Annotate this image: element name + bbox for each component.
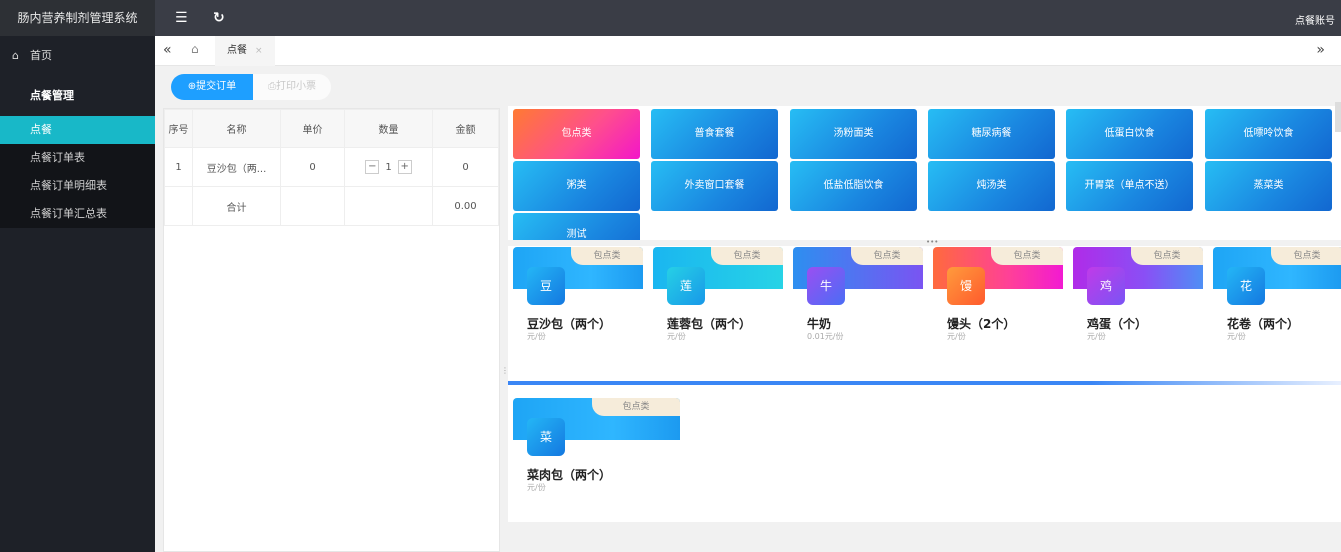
- cell-name: 豆沙包（两...: [192, 147, 281, 187]
- sidebar-submenu: 点餐 点餐订单表 点餐订单明细表 点餐订单汇总表: [0, 116, 155, 228]
- product-icon: 菜: [527, 418, 565, 456]
- category-button[interactable]: 汤粉面类: [790, 109, 917, 159]
- product-category-tag: 包点类: [991, 247, 1063, 265]
- category-button[interactable]: 低盐低脂饮食: [790, 161, 917, 211]
- main-content: ⊕提交订单 ⎙打印小票 序号 名称 单价 数量 金额 1 豆沙包（两... 0: [155, 66, 1341, 552]
- product-icon: 花: [1227, 267, 1265, 305]
- category-button[interactable]: 测试: [513, 213, 640, 240]
- product-price: 元/份: [667, 332, 686, 341]
- tab-scroll-left-icon[interactable]: «: [163, 42, 172, 58]
- tab-order[interactable]: 点餐 ×: [215, 36, 275, 66]
- product-name: 豆沙包（两个）: [527, 317, 612, 331]
- product-card[interactable]: 包点类菜菜肉包（两个） 元/份: [513, 398, 680, 498]
- menu-collapse-icon[interactable]: ☰: [175, 10, 188, 26]
- product-category-tag: 包点类: [711, 247, 783, 265]
- quantity-minus-button[interactable]: −: [365, 160, 380, 174]
- product-card[interactable]: 包点类豆豆沙包（两个） 元/份: [513, 247, 643, 347]
- product-name: 花卷（两个）: [1227, 317, 1300, 331]
- product-price: 元/份: [527, 332, 546, 341]
- product-price: 元/份: [1087, 332, 1106, 341]
- category-button[interactable]: 包点类: [513, 109, 640, 159]
- product-price: 元/份: [1227, 332, 1246, 341]
- total-label: 合计: [192, 186, 281, 226]
- product-icon: 牛: [807, 267, 845, 305]
- category-button[interactable]: 开胃菜（单点不送）: [1066, 161, 1193, 211]
- product-category-tag: 包点类: [571, 247, 643, 265]
- product-card[interactable]: 包点类莲莲蓉包（两个） 元/份: [653, 247, 783, 347]
- product-category-tag: 包点类: [1131, 247, 1203, 265]
- close-icon[interactable]: ×: [255, 46, 263, 56]
- row-divider: [508, 381, 1341, 385]
- product-panel: 包点类豆豆沙包（两个） 元/份 包点类莲莲蓉包（两个） 元/份 包点类牛牛奶 0.01元/…: [508, 246, 1341, 522]
- home-icon: ⌂: [12, 49, 19, 62]
- tab-order-label: 点餐: [227, 45, 247, 56]
- total-row: 合计 0.00: [164, 186, 499, 226]
- category-button[interactable]: 糖尿病餐: [928, 109, 1055, 159]
- product-name: 莲蓉包（两个）: [667, 317, 752, 331]
- category-button[interactable]: 粥类: [513, 161, 640, 211]
- col-amount: 金额: [432, 109, 499, 148]
- cell-price: 0: [280, 147, 345, 187]
- sidebar-group-order-management[interactable]: 点餐管理: [0, 76, 155, 116]
- product-name: 馒头（2个）: [947, 317, 1016, 331]
- order-table: 序号 名称 单价 数量 金额 1 豆沙包（两... 0 − 1 + 0 合计 0…: [164, 109, 499, 226]
- product-icon: 莲: [667, 267, 705, 305]
- category-button[interactable]: 炖汤类: [928, 161, 1055, 211]
- account-menu[interactable]: 点餐账号: [1295, 12, 1335, 27]
- app-title: 肠内营养制剂管理系统: [0, 0, 155, 36]
- category-button[interactable]: 普食套餐: [651, 109, 778, 159]
- col-price: 单价: [280, 109, 345, 148]
- refresh-icon[interactable]: ↻: [213, 10, 225, 26]
- product-category-tag: 包点类: [851, 247, 923, 265]
- sidebar: 肠内营养制剂管理系统 ⌂ 首页 点餐管理 点餐 点餐订单表 点餐订单明细表 点餐订…: [0, 0, 155, 552]
- product-price: 元/份: [527, 483, 546, 492]
- sidebar-item-order-summary[interactable]: 点餐订单汇总表: [0, 200, 155, 228]
- product-card[interactable]: 包点类鸡鸡蛋（个） 元/份: [1073, 247, 1203, 347]
- category-panel: 包点类 普食套餐 汤粉面类 糖尿病餐 低蛋白饮食 低嘌呤饮食 粥类 外卖窗口套餐…: [508, 106, 1341, 240]
- quantity-value: 1: [385, 161, 392, 173]
- category-button[interactable]: 蒸菜类: [1205, 161, 1332, 211]
- cell-qty: − 1 +: [344, 147, 433, 187]
- product-card[interactable]: 包点类牛牛奶 0.01元/份: [793, 247, 923, 347]
- product-name: 鸡蛋（个）: [1087, 317, 1148, 331]
- product-icon: 馒: [947, 267, 985, 305]
- quantity-stepper: − 1 +: [365, 160, 412, 174]
- submit-order-button[interactable]: ⊕提交订单: [171, 74, 253, 100]
- product-category-tag: 包点类: [592, 398, 680, 416]
- tab-scroll-right-icon[interactable]: »: [1316, 42, 1325, 58]
- print-receipt-button[interactable]: ⎙打印小票: [253, 74, 331, 100]
- tab-home-icon[interactable]: ⌂: [191, 42, 199, 56]
- product-name: 菜肉包（两个）: [527, 468, 612, 482]
- product-card[interactable]: 包点类馒馒头（2个） 元/份: [933, 247, 1063, 347]
- category-button[interactable]: 低蛋白饮食: [1066, 109, 1193, 159]
- col-index: 序号: [164, 109, 193, 148]
- product-icon: 豆: [527, 267, 565, 305]
- product-icon: 鸡: [1087, 267, 1125, 305]
- col-name: 名称: [192, 109, 281, 148]
- product-category-tag: 包点类: [1271, 247, 1341, 265]
- cell-amount: 0: [432, 147, 499, 187]
- table-row: 1 豆沙包（两... 0 − 1 + 0: [164, 147, 499, 187]
- category-button[interactable]: 外卖窗口套餐: [651, 161, 778, 211]
- horizontal-splitter-handle[interactable]: •••: [926, 238, 938, 246]
- sidebar-item-home[interactable]: ⌂ 首页: [0, 36, 155, 76]
- product-card[interactable]: 包点类花花卷（两个） 元/份: [1213, 247, 1341, 347]
- product-name: 牛奶: [807, 317, 832, 331]
- tab-bar: « ⌂ 点餐 × »: [155, 36, 1341, 66]
- top-header: ☰ ↻ 点餐账号: [155, 0, 1341, 36]
- quantity-plus-button[interactable]: +: [397, 160, 412, 174]
- cell-index: 1: [164, 147, 193, 187]
- sidebar-home-label: 首页: [30, 49, 52, 62]
- sidebar-item-order[interactable]: 点餐: [0, 116, 155, 144]
- product-price: 元/份: [947, 332, 966, 341]
- category-button[interactable]: 低嘌呤饮食: [1205, 109, 1332, 159]
- total-amount: 0.00: [432, 186, 499, 226]
- product-price: 0.01元/份: [807, 332, 844, 341]
- sidebar-item-order-list[interactable]: 点餐订单表: [0, 144, 155, 172]
- scrollbar[interactable]: [1335, 102, 1341, 132]
- col-qty: 数量: [344, 109, 433, 148]
- sidebar-item-order-detail[interactable]: 点餐订单明细表: [0, 172, 155, 200]
- order-panel: 序号 名称 单价 数量 金额 1 豆沙包（两... 0 − 1 + 0 合计 0…: [163, 108, 500, 552]
